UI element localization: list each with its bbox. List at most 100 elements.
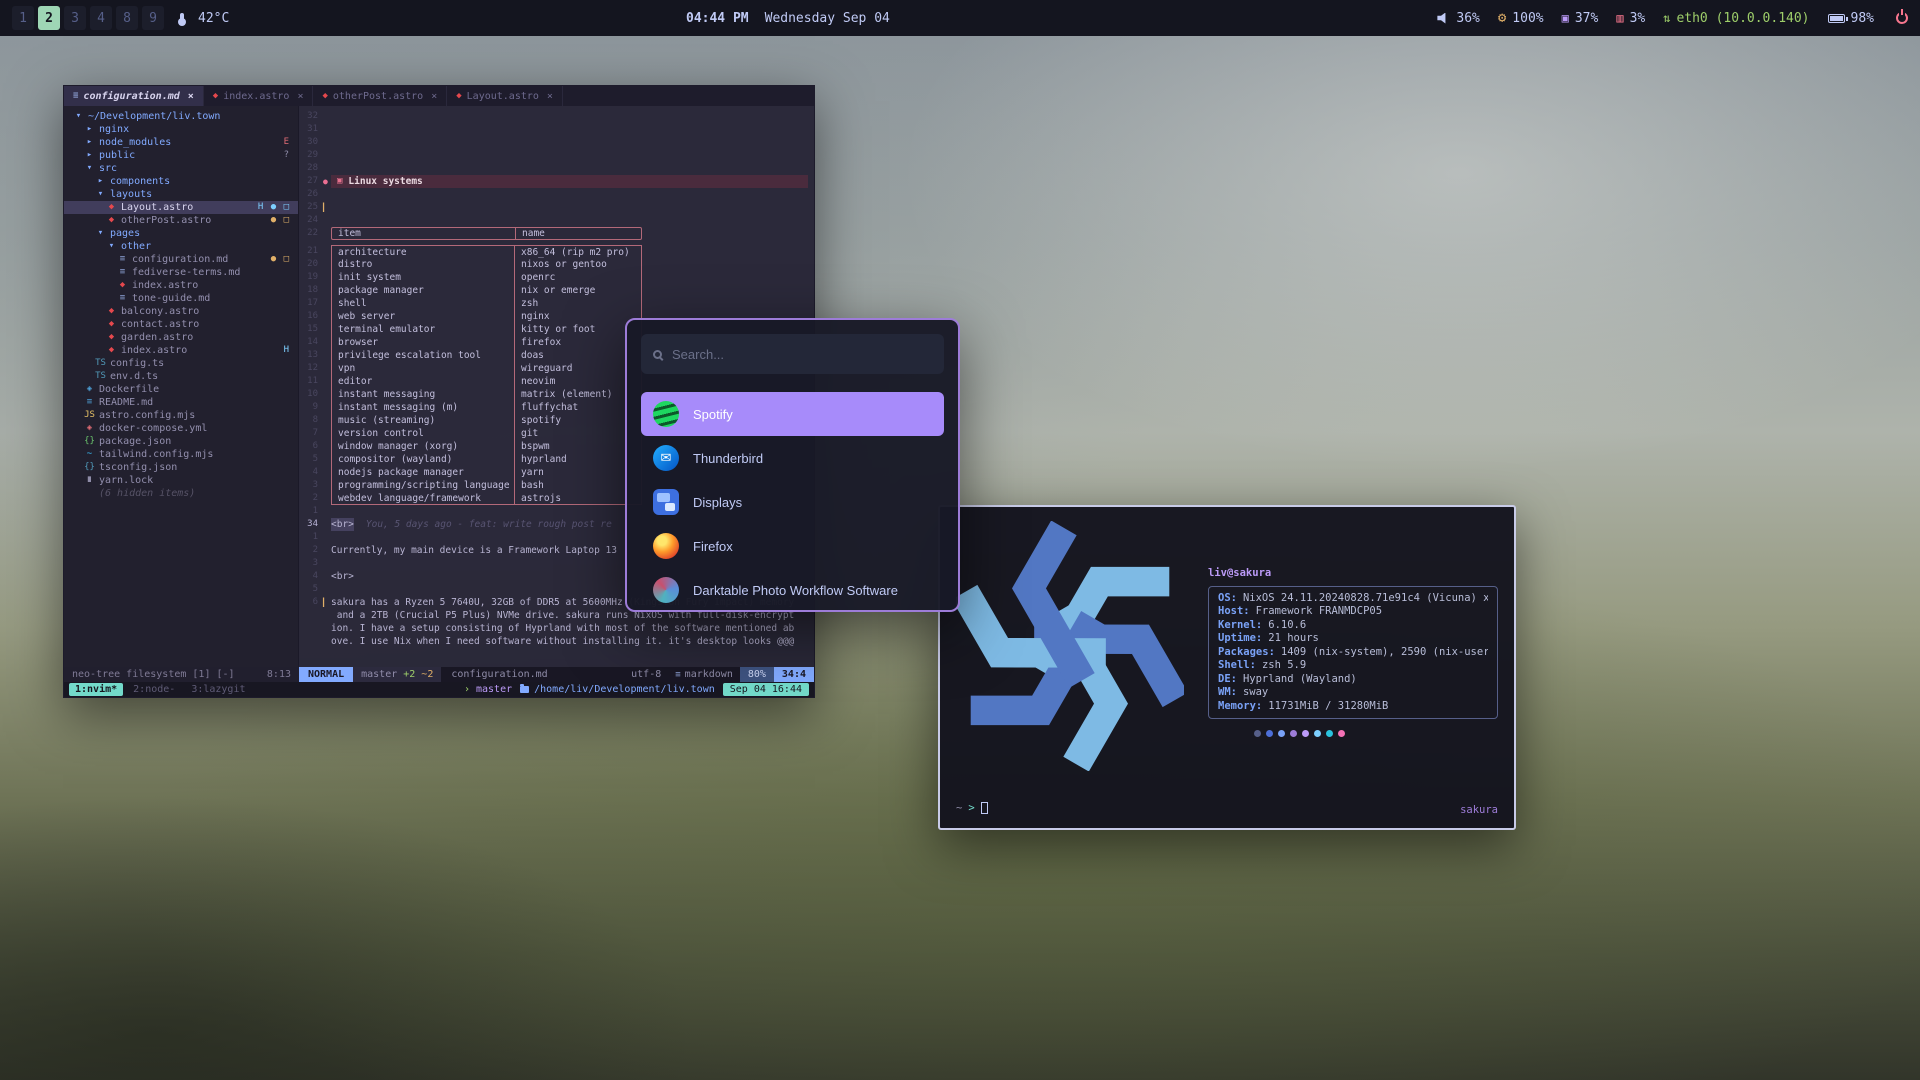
battery-module[interactable]: 98% [1828, 11, 1874, 26]
workspace-button[interactable]: 3 [64, 6, 86, 30]
search-input[interactable]: Search... [641, 334, 944, 374]
workspace-button[interactable]: 1 [12, 6, 34, 30]
tree-item[interactable]: ∎ yarn.lock [64, 474, 298, 487]
tree-item-label: index.astro [132, 279, 198, 292]
buffer-line[interactable]: 28 [299, 162, 814, 175]
tmux-statusbar: 1:nvim* 2:node- 3:lazygit master /home/l… [64, 682, 814, 697]
sign-column: ● [323, 175, 331, 188]
tmux-session-tab[interactable]: 1:nvim* [69, 683, 123, 696]
buffer-line[interactable]: 31 [299, 123, 814, 136]
buffer-line[interactable]: 27 ● ▣ Linux systems [299, 175, 814, 188]
table-cell-name: x86_64 (rip m2 pro) [515, 245, 642, 258]
launcher-item-label: Spotify [693, 407, 733, 422]
table-cell-item: browser [331, 336, 515, 349]
tmux-session-tab[interactable]: 3:lazygit [185, 683, 251, 696]
launcher-item[interactable]: Firefox [641, 524, 944, 568]
power-button[interactable] [1896, 12, 1908, 24]
tree-item[interactable]: ◆ contact.astro [64, 318, 298, 331]
workspace-button[interactable]: 4 [90, 6, 112, 30]
tab-close-icon[interactable]: × [547, 91, 553, 102]
buffer-line[interactable]: 32 [299, 110, 814, 123]
workspace-button[interactable]: 2 [38, 6, 60, 30]
tree-item[interactable]: ◆ Layout.astro H ● □ [64, 201, 298, 214]
table-row[interactable]: 17 shell zsh [299, 297, 814, 310]
launcher-item[interactable]: Spotify [641, 392, 944, 436]
tree-item[interactable]: TS env.d.ts [64, 370, 298, 383]
tab-close-icon[interactable]: × [188, 91, 194, 102]
editor-tab[interactable]: ◆ index.astro × [204, 86, 314, 106]
docker-icon: ◈ [83, 383, 96, 396]
buffer-line[interactable]: 24 [299, 214, 814, 227]
table-row[interactable]: 21 architecture x86_64 (rip m2 pro) [299, 245, 814, 258]
fetch-info-value: Hyprland (Wayland) [1243, 673, 1357, 687]
tree-item-label: layouts [110, 188, 152, 201]
table-row[interactable]: 18 package manager nix or emerge [299, 284, 814, 297]
tree-item[interactable]: ≡ fediverse-terms.md [64, 266, 298, 279]
workspace-button[interactable]: 8 [116, 6, 138, 30]
tree-item[interactable]: ▸ node_modules E [64, 136, 298, 149]
table-row[interactable]: 19 init system openrc [299, 271, 814, 284]
tree-item[interactable]: {} tsconfig.json [64, 461, 298, 474]
tree-item[interactable]: ▾ layouts [64, 188, 298, 201]
buffer-line[interactable]: ove. I use Nix when I need software with… [299, 635, 814, 648]
tree-item[interactable]: ▸ public ? [64, 149, 298, 162]
cpu-module: 3% [1616, 11, 1645, 26]
table-header-row[interactable]: 22 item name [299, 227, 814, 240]
launcher-item[interactable]: Darktable Photo Workflow Software [641, 568, 944, 612]
tree-item-badge: ? [284, 149, 290, 162]
buffer-line[interactable]: 26 [299, 188, 814, 201]
volume-module[interactable]: 36% [1437, 11, 1479, 26]
line-number: 32 [299, 110, 323, 123]
thunderbird-icon [653, 445, 679, 471]
tree-item[interactable]: ≡ configuration.md ● □ [64, 253, 298, 266]
tree-item-badge: H ● □ [258, 201, 290, 214]
tree-item[interactable]: TS config.ts [64, 357, 298, 370]
editor-tab[interactable]: ◆ Layout.astro × [447, 86, 563, 106]
tree-item[interactable]: ◆ balcony.astro [64, 305, 298, 318]
buffer-text: ove. I use Nix when I need software with… [331, 635, 794, 648]
palette-dot [1290, 730, 1297, 737]
launcher-item[interactable]: Thunderbird [641, 436, 944, 480]
tree-item[interactable]: ≡ tone-guide.md [64, 292, 298, 305]
shell-prompt[interactable]: ~ > [956, 802, 988, 816]
tree-item[interactable]: ▾ src [64, 162, 298, 175]
network-module[interactable]: eth0 (10.0.0.140) [1663, 11, 1809, 26]
tree-item[interactable]: ▾ pages [64, 227, 298, 240]
tab-close-icon[interactable]: × [297, 91, 303, 102]
tree-item[interactable]: {} package.json [64, 435, 298, 448]
terminal-cursor [981, 802, 988, 814]
fetch-info-label: DE: [1218, 673, 1237, 687]
tmux-session-tab[interactable]: 2:node- [127, 683, 181, 696]
table-row[interactable]: 20 distro nixos or gentoo [299, 258, 814, 271]
fetch-info-frame: OS: NixOS 24.11.20240828.71e91c4 (Vicuna… [1208, 586, 1498, 720]
buffer-line[interactable]: 25 ▎ [299, 201, 814, 214]
tree-item[interactable]: ▾ ~/Development/liv.town [64, 110, 298, 123]
tree-item[interactable]: ◆ index.astro [64, 279, 298, 292]
line-number: 5 [299, 453, 323, 466]
editor-tab[interactable]: ◆ otherPost.astro × [313, 86, 447, 106]
tree-item[interactable]: ◆ otherPost.astro ● □ [64, 214, 298, 227]
buffer-line[interactable]: ion. I have a setup consisting of Hyprla… [299, 622, 814, 635]
tree-item[interactable]: ~ tailwind.config.mjs [64, 448, 298, 461]
network-value: eth0 (10.0.0.140) [1676, 11, 1809, 26]
tree-item[interactable]: ◆ index.astro H [64, 344, 298, 357]
launcher-item[interactable]: Displays [641, 480, 944, 524]
table-cell-item: distro [331, 258, 515, 271]
tree-item[interactable]: ≡ README.md [64, 396, 298, 409]
editor-tab[interactable]: ≡ configuration.md × [64, 86, 204, 106]
fetch-info-line: DE: Hyprland (Wayland) [1218, 673, 1488, 687]
tab-close-icon[interactable]: × [431, 91, 437, 102]
tree-item[interactable]: (6 hidden items) [64, 487, 298, 500]
tree-item[interactable]: ▸ nginx [64, 123, 298, 136]
buffer-line[interactable]: 30 [299, 136, 814, 149]
tree-item[interactable]: ◆ garden.astro [64, 331, 298, 344]
table-cell-item: instant messaging (m) [331, 401, 515, 414]
tree-item[interactable]: ▸ components [64, 175, 298, 188]
line-number: 18 [299, 284, 323, 297]
tree-item[interactable]: ◈ docker-compose.yml [64, 422, 298, 435]
tree-item[interactable]: JS astro.config.mjs [64, 409, 298, 422]
tree-item[interactable]: ◈ Dockerfile [64, 383, 298, 396]
workspace-button[interactable]: 9 [142, 6, 164, 30]
buffer-line[interactable]: 29 [299, 149, 814, 162]
tree-item[interactable]: ▾ other [64, 240, 298, 253]
